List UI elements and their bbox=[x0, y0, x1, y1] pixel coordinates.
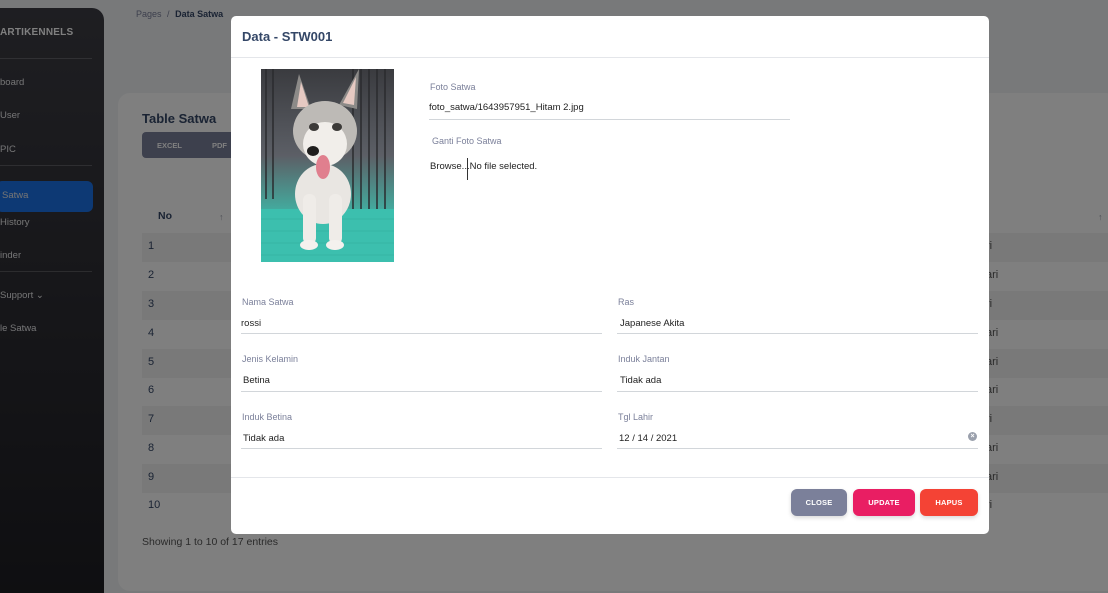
induk-betina-select[interactable]: Tidak ada bbox=[243, 433, 284, 444]
file-input[interactable]: Browse...No file selected. bbox=[430, 161, 537, 172]
modal-footer-divider bbox=[231, 477, 989, 478]
tgl-lahir-label: Tgl Lahir bbox=[618, 412, 654, 422]
jenis-kelamin-underline bbox=[241, 391, 602, 392]
ras-input[interactable]: Japanese Akita bbox=[620, 318, 684, 329]
close-button[interactable]: CLOSE bbox=[791, 489, 847, 516]
induk-betina-label: Induk Betina bbox=[242, 412, 293, 422]
nama-satwa-label: Nama Satwa bbox=[242, 297, 294, 307]
text-caret bbox=[467, 158, 468, 180]
nama-satwa-underline bbox=[241, 333, 602, 334]
hapus-button[interactable]: HAPUS bbox=[920, 489, 978, 516]
modal-header-divider bbox=[231, 57, 989, 58]
induk-jantan-underline bbox=[617, 391, 978, 392]
induk-betina-underline bbox=[241, 448, 602, 449]
browse-button[interactable]: Browse... bbox=[430, 161, 470, 172]
jenis-kelamin-label: Jenis Kelamin bbox=[242, 354, 299, 364]
foto-satwa-underline bbox=[429, 119, 790, 120]
modal-title: Data - STW001 bbox=[242, 29, 333, 44]
husky-puppy-photo bbox=[261, 69, 394, 262]
no-file-text: No file selected. bbox=[469, 161, 538, 172]
foto-satwa-label: Foto Satwa bbox=[430, 82, 476, 92]
ras-label: Ras bbox=[618, 297, 635, 307]
induk-jantan-label: Induk Jantan bbox=[618, 354, 670, 364]
edit-satwa-modal: Data - STW001 Foto Satwa foto_satwa/1643… bbox=[231, 16, 989, 534]
foto-satwa-value: foto_satwa/1643957951_Hitam 2.jpg bbox=[429, 102, 584, 113]
update-button[interactable]: UPDATE bbox=[853, 489, 915, 516]
tgl-lahir-underline bbox=[617, 448, 978, 449]
induk-jantan-select[interactable]: Tidak ada bbox=[620, 375, 661, 386]
ganti-foto-label: Ganti Foto Satwa bbox=[432, 136, 502, 146]
jenis-kelamin-select[interactable]: Betina bbox=[243, 375, 270, 386]
nama-satwa-input[interactable]: rossi bbox=[241, 318, 261, 329]
ras-underline bbox=[617, 333, 978, 334]
tgl-lahir-input[interactable]: 12 / 14 / 2021 bbox=[619, 433, 677, 444]
clear-date-icon[interactable]: × bbox=[968, 432, 977, 441]
